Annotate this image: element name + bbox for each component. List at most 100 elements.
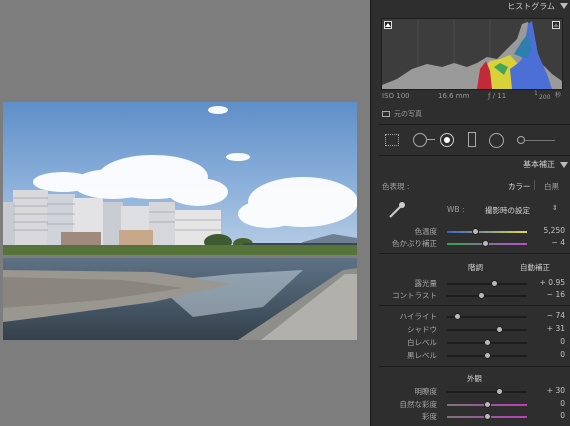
develop-right-panel: ヒストグラム ISO 100 16.6 mm ƒ / 11 1 200 秒 元の… [370,0,570,426]
slider-knob[interactable] [484,401,491,408]
slider-label: 露光量 [414,279,438,288]
adjustment-brush-icon[interactable] [517,136,525,144]
original-photo-label: 元の写真 [394,110,422,118]
slider-track[interactable] [447,228,527,235]
tone-label: 階調 [468,263,483,272]
slider-value[interactable]: + 0.95 [535,278,565,287]
crop-icon[interactable] [385,134,399,146]
slider-label: 彩度 [422,412,437,421]
divider [379,155,570,156]
slider-track[interactable] [447,240,527,247]
histogram-header[interactable]: ヒストグラム [371,0,570,14]
slider-value[interactable]: + 31 [535,324,565,333]
focal-length-text: 16.6 mm [438,92,470,100]
slider-row-vibrance[interactable]: 自然な彩度 0 [371,399,570,410]
histogram [381,18,563,90]
slider-row-exposure[interactable]: 露光量 + 0.95 [371,278,570,289]
adjustment-brush-slider [525,140,555,141]
redeye-icon[interactable] [440,133,454,147]
slider-label: 色温度 [414,227,438,236]
slider-value[interactable]: 0 [535,337,565,346]
wb-select[interactable]: 撮影時の設定 [485,205,530,216]
treatment-bw-button[interactable]: 白黒 [544,181,559,192]
slider-row-tint[interactable]: 色かぶり補正 − 4 [371,238,570,249]
slider-track[interactable] [447,339,527,346]
graduated-filter-icon[interactable] [468,132,476,147]
shutter-unit: 秒 [555,92,562,99]
chevron-updown-icon[interactable]: ⇕ [552,204,558,212]
slider-value[interactable]: − 74 [535,311,565,320]
slider-label: 白レベル [407,338,437,347]
shadow-clipping-icon[interactable] [384,21,392,29]
presence-label: 外観 [467,374,482,383]
collapse-triangle-icon[interactable] [560,162,568,168]
slider-value[interactable]: 0 [535,411,565,420]
basic-panel-header[interactable]: 基本補正 [371,158,570,172]
slider-row-whites[interactable]: 白レベル 0 [371,337,570,348]
treatment-color-button[interactable]: カラー [508,181,531,192]
slider-knob[interactable] [496,388,503,395]
slider-track[interactable] [447,326,527,333]
collapse-triangle-icon[interactable] [560,3,568,9]
wb-label: WB : [447,205,465,214]
radial-filter-icon[interactable] [489,133,504,148]
slider-label: シャドウ [407,325,437,334]
slider-row-blacks[interactable]: 黒レベル 0 [371,350,570,361]
slider-label: コントラスト [392,291,437,300]
divider [379,124,570,125]
divider [379,366,570,367]
divider [379,305,570,306]
auto-tone-button[interactable]: 自動補正 [520,262,550,273]
photo-preview[interactable] [3,102,357,340]
histogram-graph [382,19,562,89]
slider-knob[interactable] [484,413,491,420]
shutter-denominator: 200 [539,94,551,101]
shutter-numerator: 1 [534,90,538,97]
slider-track[interactable] [447,388,527,395]
slider-knob[interactable] [496,326,503,333]
slider-track[interactable] [447,280,527,287]
photo-canvas[interactable] [0,0,370,426]
slider-label: 黒レベル [407,351,437,360]
slider-knob[interactable] [484,339,491,346]
basic-panel-title: 基本補正 [523,160,555,169]
slider-value[interactable]: − 16 [535,290,565,299]
slider-track[interactable] [447,352,527,359]
slider-value[interactable]: + 30 [535,386,565,395]
slider-row-temp[interactable]: 色温度 5,250 [371,226,570,237]
original-photo-checkbox-icon[interactable] [382,111,390,117]
slider-knob[interactable] [484,352,491,359]
slider-track[interactable] [447,401,527,408]
aperture-text: ƒ / 11 [488,92,507,100]
slider-row-highlights[interactable]: ハイライト − 74 [371,311,570,322]
slider-track[interactable] [447,413,527,420]
slider-value[interactable]: − 4 [535,238,565,247]
slider-knob[interactable] [477,292,485,299]
slider-label: ハイライト [399,312,437,321]
slider-knob[interactable] [491,280,499,287]
slider-label: 自然な彩度 [399,400,438,409]
slider-value[interactable]: 5,250 [535,226,565,235]
slider-knob[interactable] [482,240,490,247]
divider [534,180,535,190]
highlight-clipping-icon[interactable] [552,21,560,29]
slider-knob[interactable] [472,228,479,235]
slider-row-saturation[interactable]: 彩度 0 [371,411,570,422]
slider-value[interactable]: 0 [535,350,565,359]
riverside-photo [3,102,357,340]
eyedropper-icon[interactable] [387,200,407,220]
slider-label: 色かぶり補正 [392,239,437,248]
slider-track[interactable] [447,313,527,320]
histogram-title: ヒストグラム [507,2,555,11]
spot-removal-tail [427,139,435,140]
slider-track[interactable] [447,292,527,299]
slider-value[interactable]: 0 [535,399,565,408]
slider-row-shadows[interactable]: シャドウ + 31 [371,324,570,335]
slider-label: 明瞭度 [414,387,438,396]
iso-text: ISO 100 [382,92,410,100]
slider-knob[interactable] [454,313,462,320]
slider-row-contrast[interactable]: コントラスト − 16 [371,290,570,301]
treatment-label: 色表現 : [382,182,410,191]
slider-row-clarity[interactable]: 明瞭度 + 30 [371,386,570,397]
spot-removal-icon[interactable] [413,133,427,147]
